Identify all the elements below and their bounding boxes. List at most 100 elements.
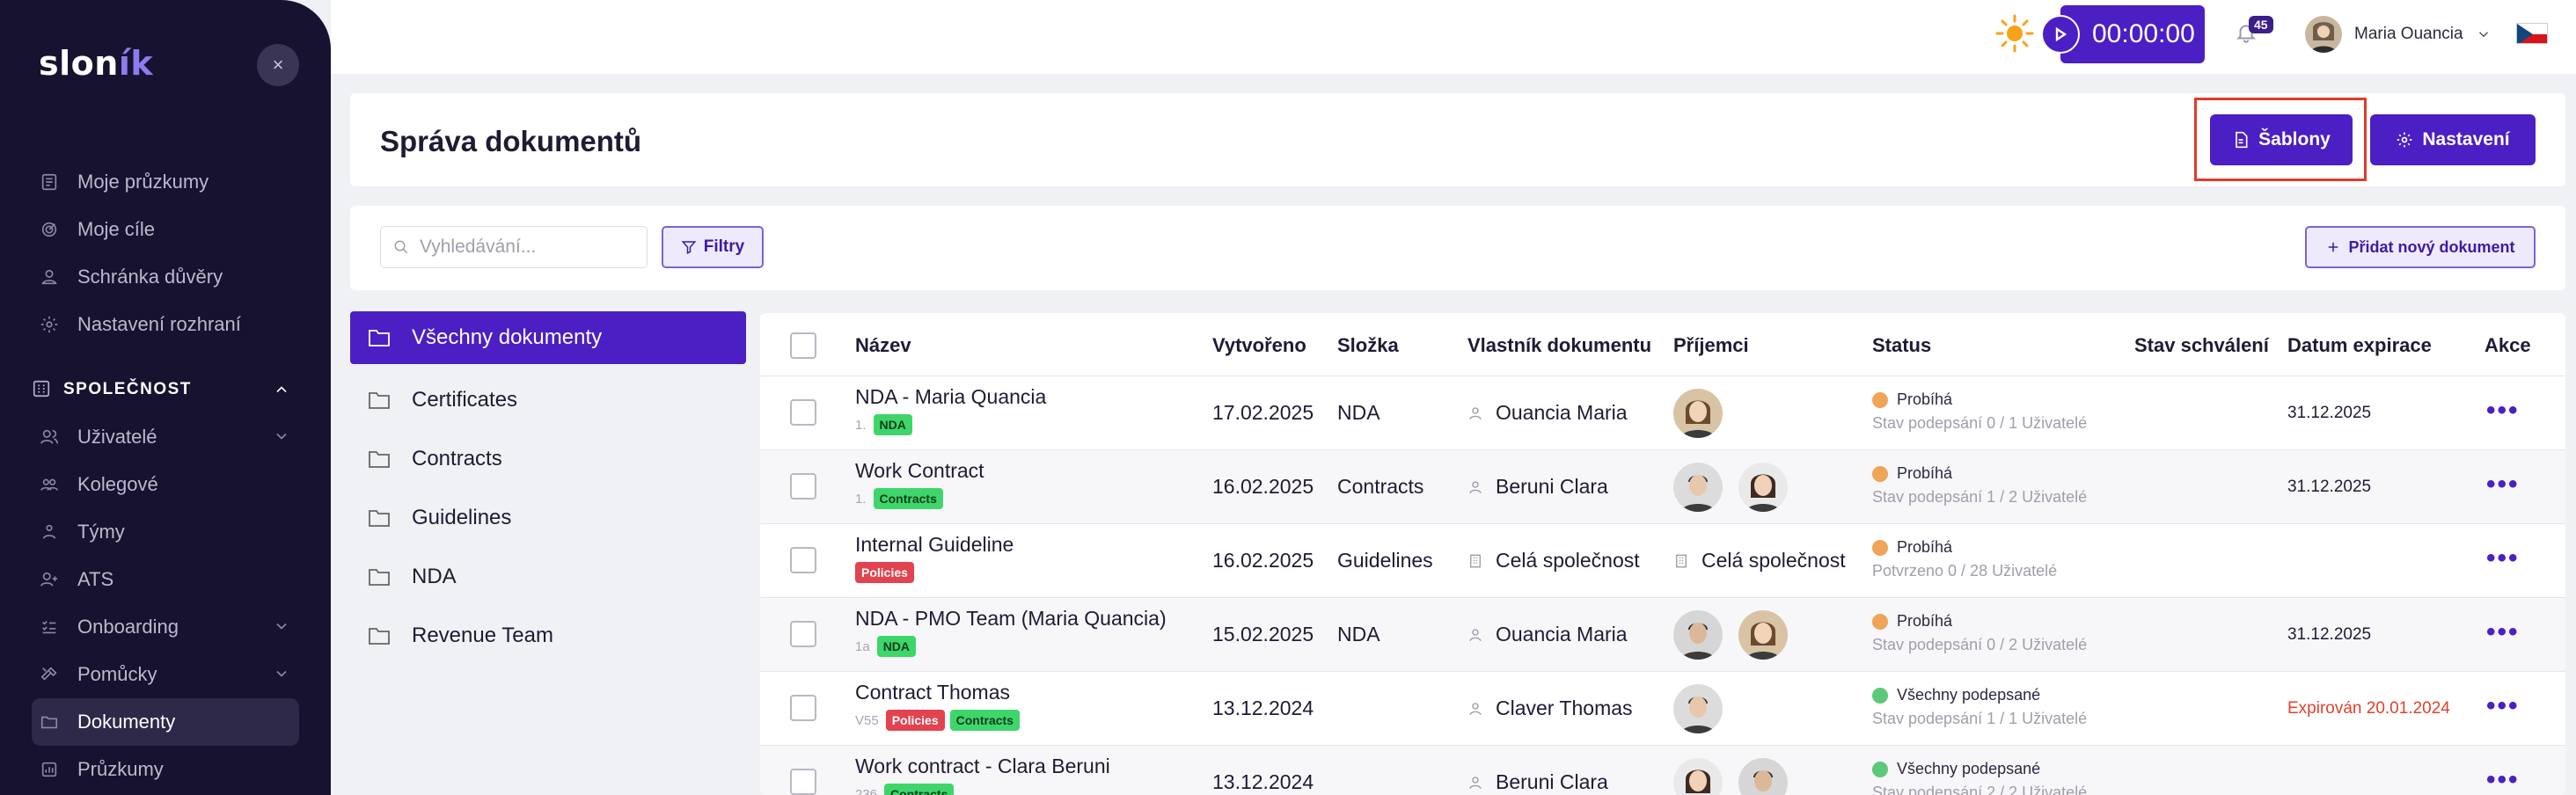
status-dot xyxy=(1872,465,1888,482)
status-cell: Probíhá Potvrzeno 0 / 28 Uživatelé xyxy=(1872,538,2057,580)
status-detail: Stav podepsání 0 / 2 Uživatelé xyxy=(1872,636,2088,653)
avatar[interactable] xyxy=(1673,463,1723,512)
document-name[interactable]: Contract Thomas xyxy=(855,681,1025,704)
status-detail: Stav podepsání 0 / 1 Uživatelé xyxy=(1872,414,2088,432)
logo[interactable]: sloník xyxy=(39,44,153,83)
sidebar-item-schranka-duvery[interactable]: Schránka důvěry xyxy=(32,253,299,301)
building-icon xyxy=(1673,553,1701,569)
table-row[interactable]: Internal Guideline Policies 16.02.2025 Guid… xyxy=(760,524,2565,598)
table-row[interactable]: Work Contract 1. Contracts 16.02.2025 Contra… xyxy=(760,450,2565,524)
table-row[interactable]: Work contract - Clara Beruni 236 Contracts… xyxy=(760,746,2565,795)
folder-item[interactable]: Certificates xyxy=(350,370,746,429)
sun-icon[interactable] xyxy=(1994,12,2036,55)
sidebar-item-nastaveni-rozhrani[interactable]: Nastavení rozhraní xyxy=(32,301,299,348)
row-actions-menu[interactable]: ••• xyxy=(2486,765,2520,795)
row-checkbox[interactable] xyxy=(790,695,816,721)
close-sidebar-button[interactable]: × xyxy=(257,44,299,86)
section-company[interactable]: SPOLEČNOST xyxy=(32,366,299,413)
settings-button[interactable]: Nastavení xyxy=(2370,114,2536,165)
select-all-checkbox[interactable] xyxy=(790,332,816,359)
sidebar-item-kolegove[interactable]: Kolegové xyxy=(32,461,299,508)
col-approval[interactable]: Stav schválení xyxy=(2134,334,2269,357)
document-meta: 236 Contracts xyxy=(855,784,1110,795)
created-date: 17.02.2025 xyxy=(1212,401,1314,424)
folder-item[interactable]: Revenue Team xyxy=(350,606,746,665)
row-actions-menu[interactable]: ••• xyxy=(2486,543,2520,573)
sidebar-item-label: Onboarding xyxy=(77,616,179,638)
sidebar-item-uzivatele[interactable]: Uživatelé xyxy=(32,413,299,461)
document-owner: Claver Thomas xyxy=(1467,697,1633,720)
row-checkbox[interactable] xyxy=(790,769,816,795)
tag-badge: Contracts xyxy=(884,784,955,795)
row-checkbox[interactable] xyxy=(790,473,816,500)
sidebar-item-ats[interactable]: ATS xyxy=(32,556,299,603)
sidebar-item-moje-pruzkumy[interactable]: Moje průzkumy xyxy=(32,158,299,206)
sidebar-item-label: Dokumenty xyxy=(77,711,176,733)
row-checkbox[interactable] xyxy=(790,547,816,573)
search-box[interactable] xyxy=(380,226,648,268)
col-recipients[interactable]: Příjemci xyxy=(1673,334,1749,357)
avatar[interactable] xyxy=(1673,684,1723,733)
col-status[interactable]: Status xyxy=(1872,334,1931,357)
col-created[interactable]: Vytvořeno xyxy=(1212,334,1306,357)
play-icon[interactable] xyxy=(2041,15,2080,54)
folder-item[interactable]: Všechny dokumenty xyxy=(350,311,746,364)
row-checkbox[interactable] xyxy=(790,399,816,426)
row-actions-menu[interactable]: ••• xyxy=(2486,396,2520,426)
status-dot xyxy=(1872,613,1888,630)
col-expiry[interactable]: Datum expirace xyxy=(2287,334,2432,357)
folder-item[interactable]: Contracts xyxy=(350,429,746,488)
col-name[interactable]: Název xyxy=(855,334,911,357)
document-name[interactable]: Internal Guideline xyxy=(855,533,1014,557)
sidebar-item-label: Nastavení rozhraní xyxy=(77,313,241,335)
document-name[interactable]: Work Contract xyxy=(855,459,984,483)
search-input[interactable] xyxy=(420,237,631,258)
document-meta: Policies xyxy=(855,562,1014,583)
document-name[interactable]: Work contract - Clara Beruni xyxy=(855,755,1110,778)
table-row[interactable]: NDA - Maria Quancia 1. NDA 17.02.2025 NDA Oua… xyxy=(760,376,2565,450)
status-label: Probíhá xyxy=(1897,538,1953,556)
sidebar-item-pruzkumy[interactable]: Průzkumy xyxy=(32,746,299,793)
col-folder[interactable]: Složka xyxy=(1337,334,1399,357)
czech-flag-icon[interactable] xyxy=(2516,23,2548,44)
sidebar-item-tymy[interactable]: Týmy xyxy=(32,508,299,556)
person-icon xyxy=(1467,479,1496,495)
avatar[interactable] xyxy=(1738,463,1788,512)
document-name[interactable]: NDA - Maria Quancia xyxy=(855,385,1046,409)
filters-button[interactable]: Filtry xyxy=(662,226,764,268)
avatar[interactable] xyxy=(1673,758,1723,795)
filters-label: Filtry xyxy=(703,237,745,256)
sidebar-item-pomucky[interactable]: Pomůcky xyxy=(32,651,299,698)
created-date: 15.02.2025 xyxy=(1212,623,1314,645)
folder-item[interactable]: NDA xyxy=(350,547,746,606)
avatar[interactable] xyxy=(1673,610,1723,660)
status-cell: Všechny podepsané Stav podepsání 1 / 1 Už… xyxy=(1872,686,2087,728)
avatar[interactable] xyxy=(1738,758,1788,795)
avatar[interactable] xyxy=(1673,389,1723,438)
add-document-button[interactable]: Přidat nový dokument xyxy=(2305,226,2536,268)
sidebar-item-moje-cile[interactable]: Moje cíle xyxy=(32,206,299,253)
table-row[interactable]: NDA - PMO Team (Maria Quancia) 1a NDA 15.02… xyxy=(760,598,2565,672)
row-actions-menu[interactable]: ••• xyxy=(2486,470,2520,500)
time-tracker[interactable]: 00:00:00 xyxy=(2041,5,2205,63)
folder-item[interactable]: Guidelines xyxy=(350,488,746,547)
row-actions-menu[interactable]: ••• xyxy=(2486,617,2520,647)
document-meta: 1. Contracts xyxy=(855,488,984,509)
user-menu[interactable]: Maria Ouancia xyxy=(2305,16,2492,53)
status-cell: Všechny podepsané Stav podepsání 2 / 2 Už… xyxy=(1872,760,2087,795)
settings-label: Nastavení xyxy=(2422,129,2510,150)
col-owner[interactable]: Vlastník dokumentu xyxy=(1467,334,1651,357)
table-row[interactable]: Contract Thomas V55 Policies Contracts 13.12… xyxy=(760,672,2565,746)
document-name[interactable]: NDA - PMO Team (Maria Quancia) xyxy=(855,607,1167,631)
row-checkbox[interactable] xyxy=(790,621,816,647)
folder-icon xyxy=(39,711,60,733)
sidebar-item-dokumenty[interactable]: Dokumenty xyxy=(32,698,299,746)
sidebar-item-onboarding[interactable]: Onboarding xyxy=(32,603,299,651)
avatar[interactable] xyxy=(1738,610,1788,660)
document-owner: Beruni Clara xyxy=(1467,770,1608,794)
timer-value: 00:00:00 xyxy=(2092,19,2195,48)
row-actions-menu[interactable]: ••• xyxy=(2486,691,2520,721)
trust-box-icon xyxy=(39,266,60,288)
sidebar-item-label: Moje cíle xyxy=(77,218,156,240)
sidebar-item-label: Průzkumy xyxy=(77,758,164,780)
